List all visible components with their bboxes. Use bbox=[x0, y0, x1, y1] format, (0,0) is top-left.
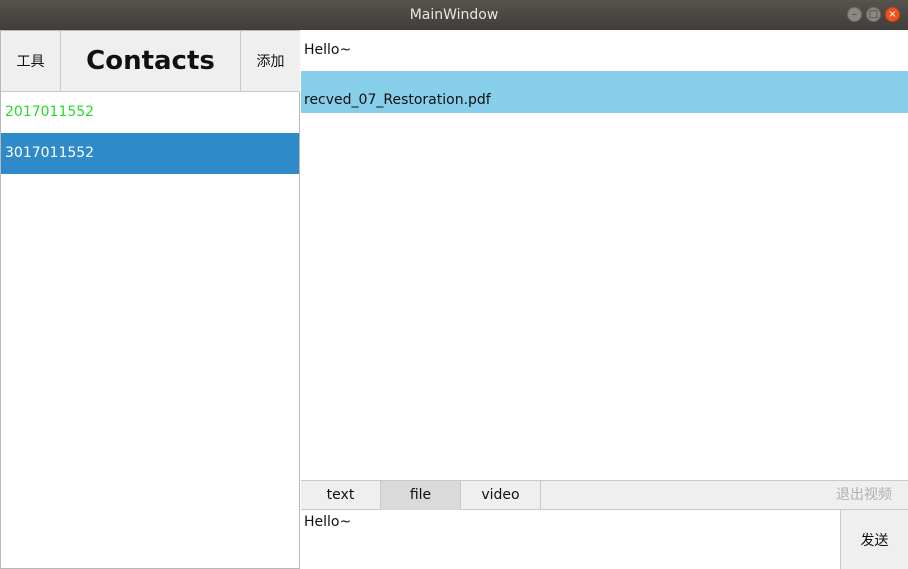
exit-video-button[interactable]: 退出视频 bbox=[820, 481, 908, 510]
window-title: MainWindow bbox=[409, 7, 499, 23]
tools-button[interactable]: 工具 bbox=[1, 31, 61, 92]
send-button[interactable]: 发送 bbox=[840, 510, 908, 569]
contact-item[interactable]: 2017011552 bbox=[1, 92, 299, 133]
file-message-label: recved_07_Restoration.pdf bbox=[304, 92, 491, 108]
contacts-heading-button[interactable]: Contacts bbox=[61, 31, 241, 92]
tab-file[interactable]: file bbox=[381, 481, 461, 510]
message-list: Hello~ recved_07_Restoration.pdf bbox=[301, 30, 908, 480]
contacts-panel: 工具 Contacts 添加 2017011552 3017011552 bbox=[0, 30, 300, 569]
message-input[interactable]: Hello~ bbox=[301, 510, 840, 569]
add-contact-button[interactable]: 添加 bbox=[241, 31, 300, 92]
message-item[interactable]: Hello~ bbox=[301, 30, 908, 71]
tab-text[interactable]: text bbox=[301, 481, 381, 510]
title-bar: MainWindow – □ × bbox=[0, 0, 908, 30]
tab-video[interactable]: video bbox=[461, 481, 541, 510]
mode-tabs: text file video 退出视频 bbox=[301, 480, 908, 510]
contact-item-selected[interactable]: 3017011552 bbox=[1, 133, 299, 174]
maximize-icon[interactable]: □ bbox=[866, 7, 881, 22]
close-icon[interactable]: × bbox=[885, 7, 900, 22]
contact-list: 2017011552 3017011552 bbox=[1, 92, 299, 174]
file-message-item[interactable]: recved_07_Restoration.pdf bbox=[301, 71, 908, 113]
minimize-icon[interactable]: – bbox=[847, 7, 862, 22]
